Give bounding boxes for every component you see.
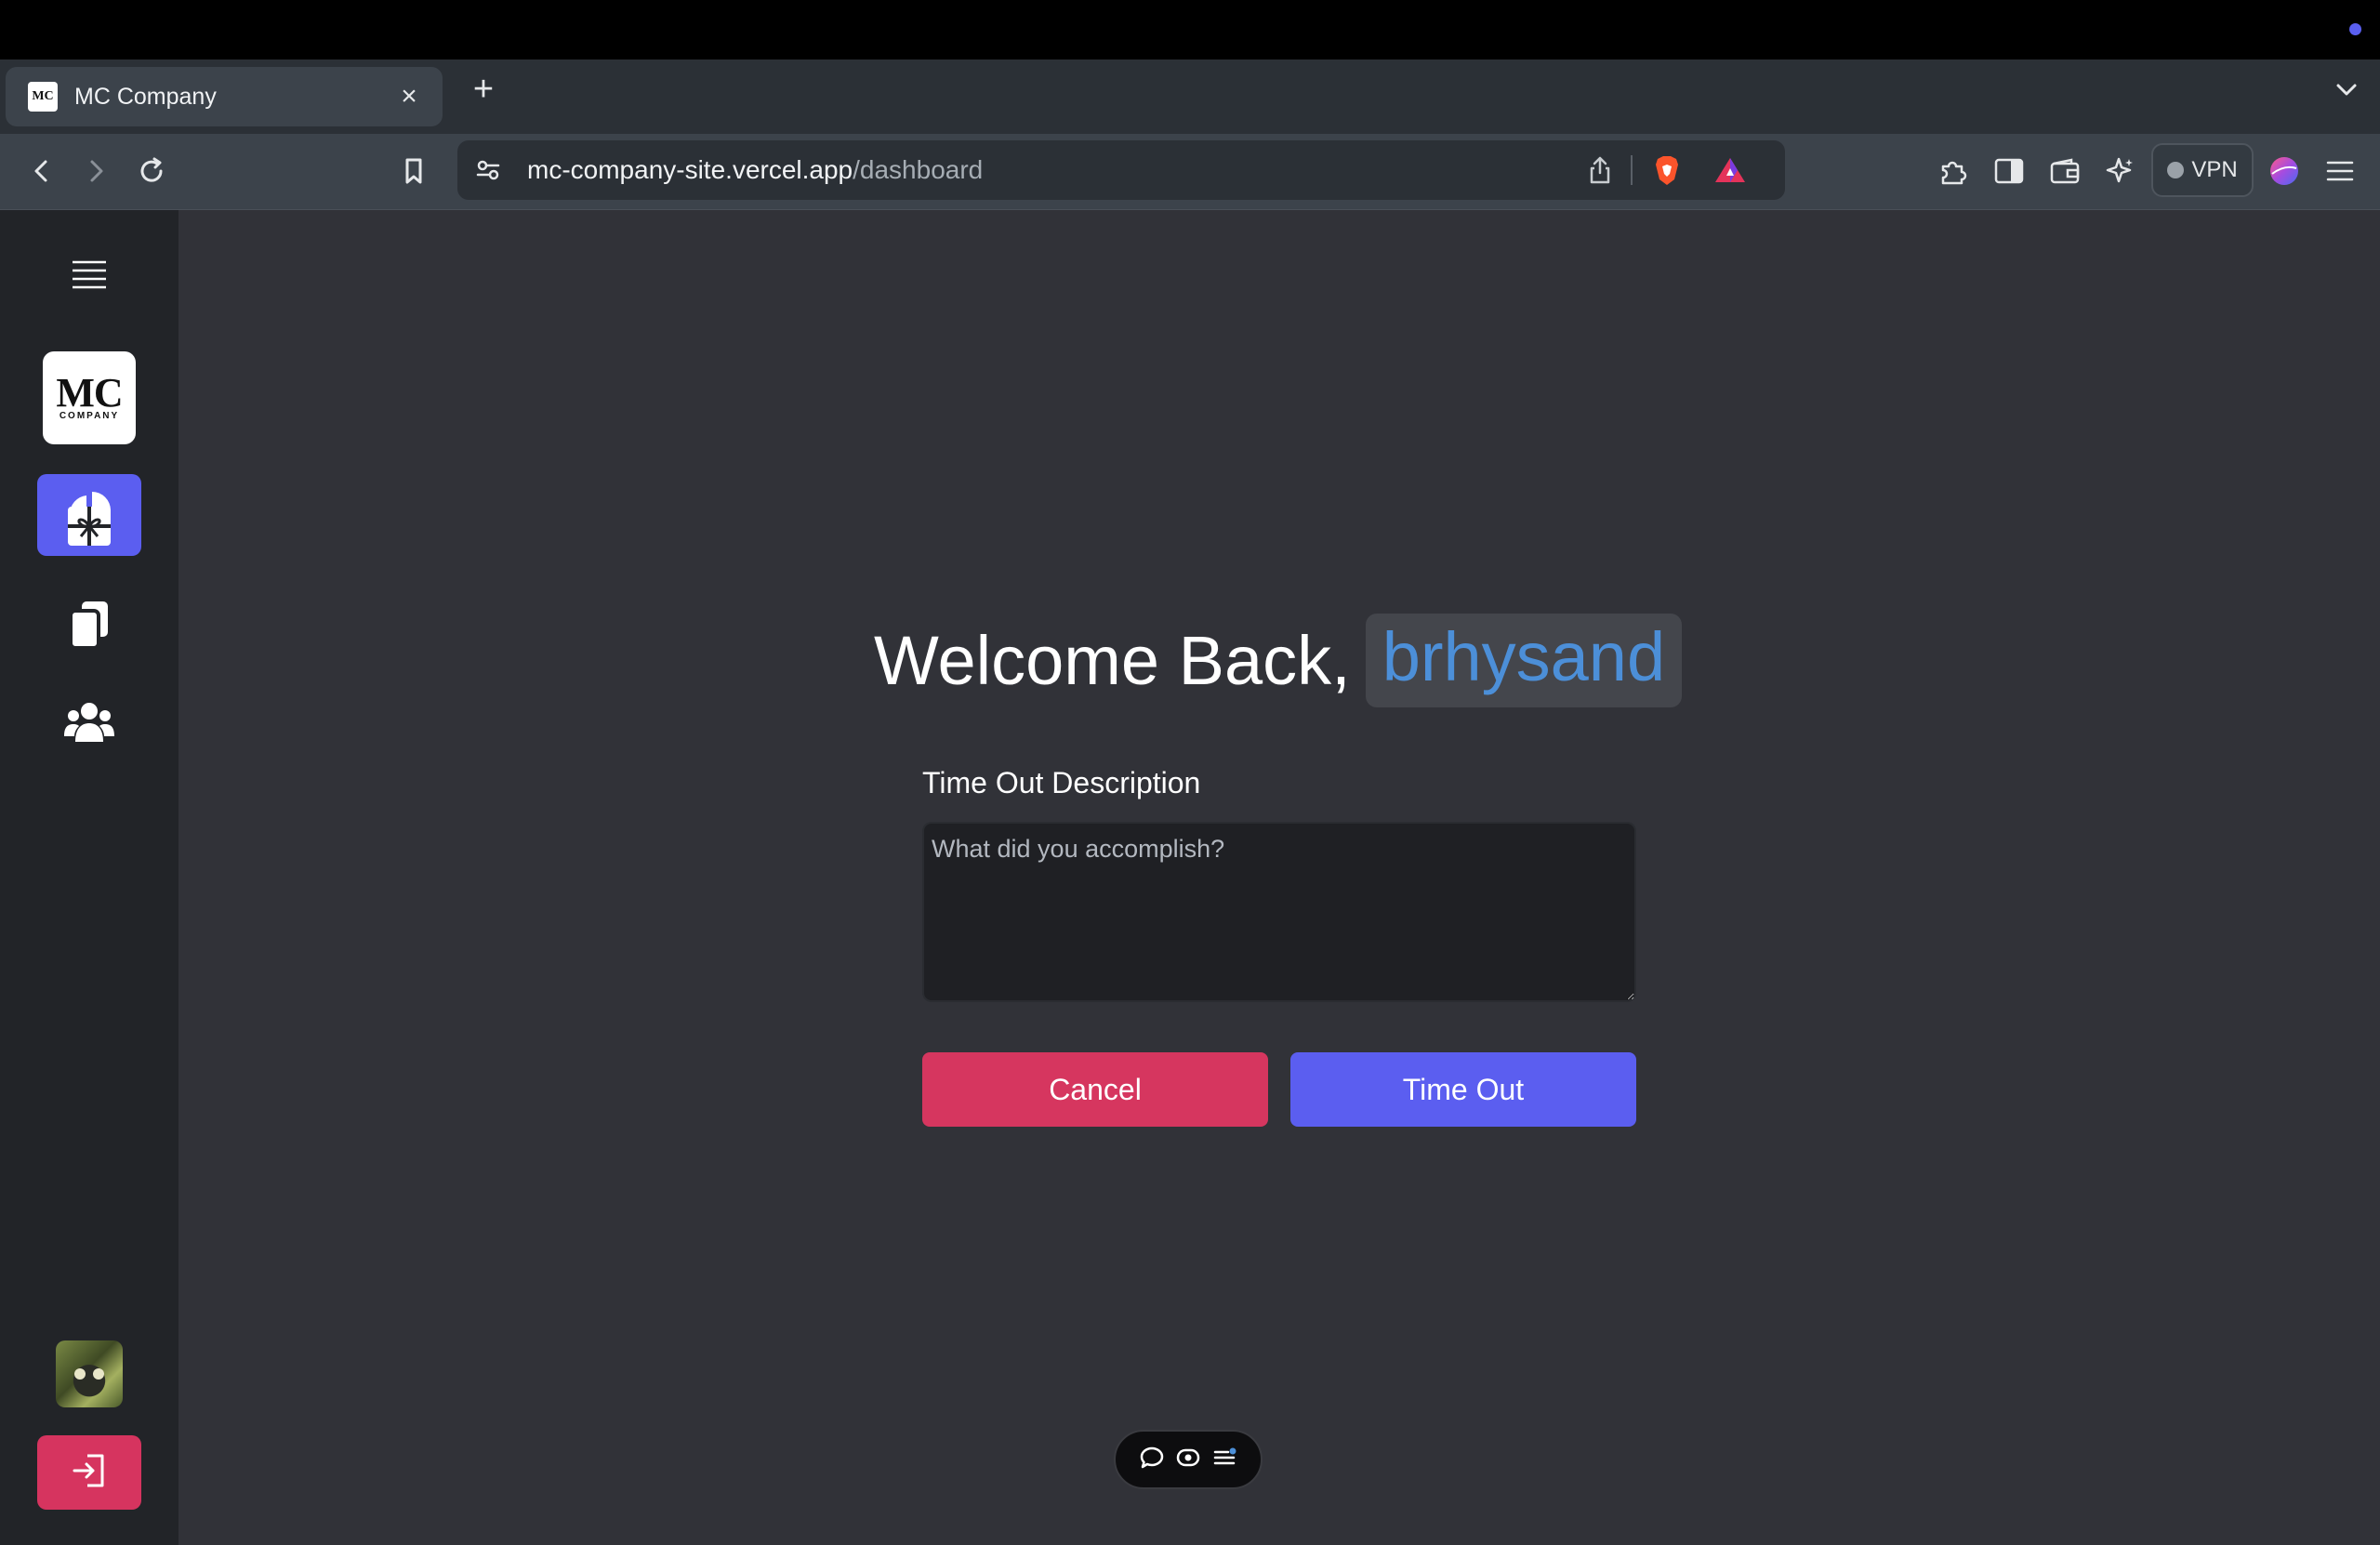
url-path: /dashboard: [853, 155, 984, 184]
gift-icon: [66, 505, 112, 552]
main-content: Welcome Back, brhysand Time Out Descript…: [178, 210, 2380, 1545]
time-out-button[interactable]: Time Out: [1290, 1052, 1636, 1127]
wallet-icon[interactable]: [2045, 152, 2084, 191]
os-menu-bar: [0, 0, 2380, 59]
welcome-text: Welcome Back,: [874, 622, 1351, 699]
list-menu-icon[interactable]: [1211, 1445, 1237, 1475]
nav-team-button[interactable]: [37, 682, 141, 764]
welcome-heading: Welcome Back, brhysand: [874, 614, 1683, 707]
back-icon[interactable]: [22, 152, 61, 191]
app-sidebar: MC COMPANY: [0, 210, 178, 1545]
copy-icon: [69, 600, 110, 654]
forward-icon[interactable]: [76, 152, 115, 191]
user-avatar[interactable]: [56, 1340, 123, 1407]
nav-documents-button[interactable]: [37, 586, 141, 667]
vpn-icon: [2167, 162, 2185, 178]
new-tab-button[interactable]: +: [465, 71, 502, 108]
site-settings-icon[interactable]: [469, 151, 508, 190]
leo-ai-icon[interactable]: [2101, 152, 2140, 191]
bookmark-icon[interactable]: [394, 152, 433, 191]
status-dot: [2349, 23, 2361, 35]
company-logo[interactable]: MC COMPANY: [43, 351, 136, 444]
description-textarea[interactable]: [922, 822, 1636, 1002]
brave-shield-icon[interactable]: [1647, 151, 1686, 190]
comment-icon[interactable]: [1139, 1445, 1165, 1475]
menu-icon[interactable]: [2320, 152, 2360, 191]
reload-icon[interactable]: [132, 152, 171, 191]
avatar-eye: [93, 1368, 104, 1380]
url-host: mc-company-site.vercel.app: [527, 155, 853, 184]
extensions-icon[interactable]: [1934, 152, 1973, 191]
logo-company-text: COMPANY: [59, 410, 120, 421]
profile-icon[interactable]: [2265, 152, 2304, 191]
eye-icon[interactable]: [1175, 1445, 1201, 1475]
dev-toolbar-pill: [1114, 1430, 1263, 1489]
sidebar-icon[interactable]: [1990, 152, 2029, 191]
browser-tab[interactable]: MC MC Company ×: [6, 67, 443, 126]
share-icon[interactable]: [1580, 151, 1620, 190]
tab-title: MC Company: [74, 83, 217, 110]
nav-gifts-button[interactable]: [37, 487, 141, 569]
address-bar[interactable]: mc-company-site.vercel.app/dashboard: [457, 140, 1785, 200]
hamburger-menu-icon[interactable]: [71, 258, 108, 290]
url-text: mc-company-site.vercel.app/dashboard: [527, 155, 983, 185]
description-label: Time Out Description: [922, 766, 1201, 799]
cancel-button[interactable]: Cancel: [922, 1052, 1268, 1127]
tab-list-chevron-icon[interactable]: [2330, 73, 2363, 106]
tab-strip: MC MC Company × +: [0, 59, 2380, 134]
close-tab-icon[interactable]: ×: [392, 80, 426, 113]
username-chip: brhysand: [1365, 614, 1683, 707]
tab-favicon: MC: [28, 82, 58, 112]
vpn-button[interactable]: VPN: [2151, 143, 2254, 197]
avatar-eye: [74, 1368, 86, 1380]
users-icon: [64, 699, 114, 748]
url-divider: [1631, 155, 1633, 185]
vpn-label: VPN: [2191, 157, 2238, 182]
logo-mc-text: MC: [56, 369, 123, 416]
logout-icon: [71, 1452, 108, 1494]
browser-toolbar: mc-company-site.vercel.app/dashboard VPN: [0, 134, 2380, 210]
logout-button[interactable]: [37, 1435, 141, 1510]
brave-rewards-icon[interactable]: [1711, 151, 1750, 190]
